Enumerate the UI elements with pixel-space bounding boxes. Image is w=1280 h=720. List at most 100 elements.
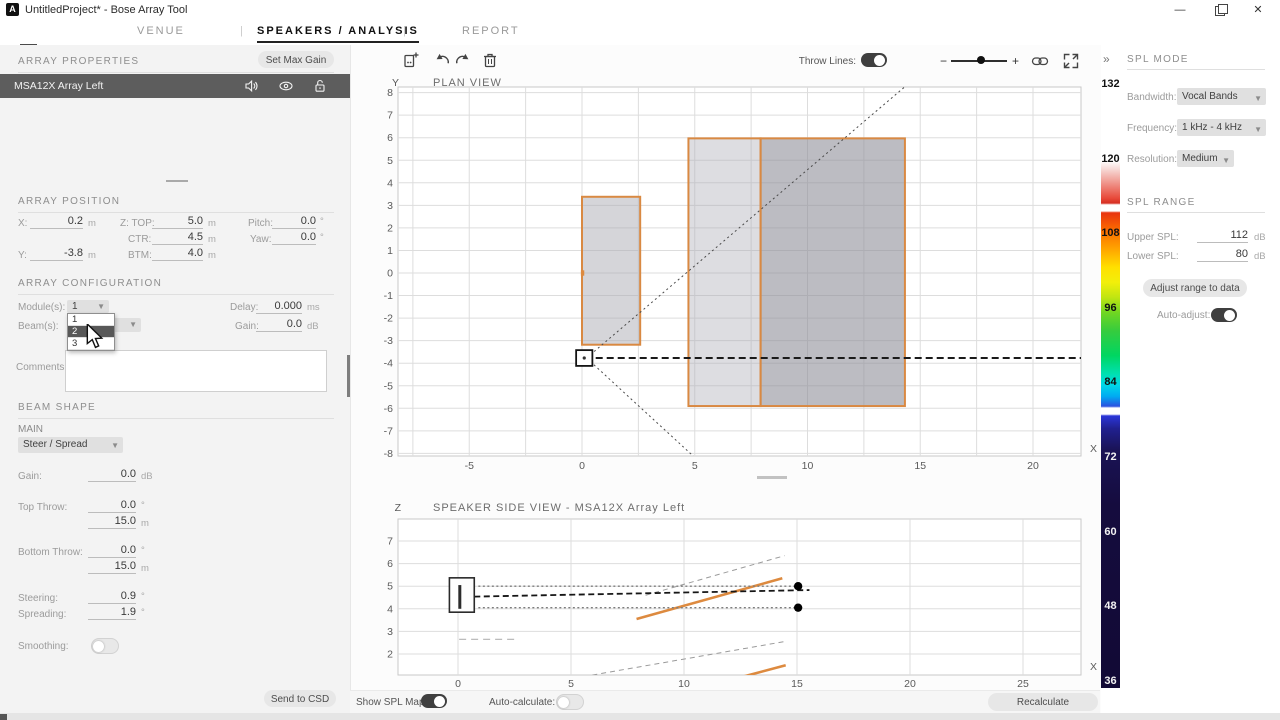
x-tick-label: 20	[904, 678, 916, 688]
modules-combobox[interactable]: 1 ▼	[67, 300, 109, 313]
auto-calculate-toggle[interactable]	[556, 694, 584, 710]
spreading-unit: °	[141, 607, 145, 618]
show-spl-map-toggle[interactable]	[421, 694, 447, 708]
config-gain-field[interactable]: 0.0	[256, 318, 302, 332]
x-tick-label: 15	[791, 678, 803, 688]
y-tick-label: -3	[384, 335, 393, 347]
btm-field[interactable]: 4.0	[152, 247, 203, 261]
tab-report[interactable]: REPORT	[462, 25, 520, 37]
top-throw-angle-field[interactable]: 0.0	[88, 499, 136, 513]
recalculate-button[interactable]: Recalculate	[988, 693, 1098, 711]
minimize-button[interactable]: —	[1165, 2, 1195, 18]
x-tick-label: -5	[465, 460, 474, 472]
zoom-in-button[interactable]: +	[1012, 54, 1019, 68]
show-spl-map-label: Show SPL Map:	[356, 697, 428, 708]
top-throw-dist-field[interactable]: 15.0	[88, 515, 136, 529]
array-list-item[interactable]: MSA12X Array Left	[0, 74, 350, 98]
x-unit: m	[88, 218, 96, 229]
spl-color-scale: 132 120 108 96 84 72 60 48 36	[1101, 78, 1120, 688]
expand-icon[interactable]	[1062, 52, 1080, 70]
y-tick-label: 4	[387, 603, 393, 615]
chevron-down-icon: ▼	[1222, 156, 1230, 165]
y-tick-label: 7	[387, 110, 393, 122]
eye-icon[interactable]	[278, 78, 294, 94]
y-tick-label: 5	[387, 581, 393, 593]
ztop-unit: m	[208, 218, 216, 229]
tab-speakers-analysis[interactable]: SPEAKERS / ANALYSIS	[257, 25, 419, 43]
beam-mode-combobox[interactable]: Steer / Spread ▼	[18, 437, 123, 453]
array-marker-dot	[582, 356, 586, 360]
duplicate-array-icon[interactable]	[402, 51, 420, 69]
volume-icon[interactable]	[244, 78, 260, 94]
y-tick-label: 3	[387, 200, 393, 212]
trash-icon[interactable]	[481, 51, 499, 69]
colorbar-label: 60	[1104, 525, 1117, 538]
resolution-value: Medium	[1182, 153, 1218, 164]
y-field[interactable]: -3.8	[30, 247, 83, 261]
bottom-throw-angle-field[interactable]: 0.0	[88, 544, 136, 558]
colorbar-label: 96	[1104, 301, 1117, 314]
lower-spl-field[interactable]: 80	[1197, 248, 1248, 262]
yaw-unit: °	[320, 232, 324, 243]
tab-venue[interactable]: VENUE	[137, 25, 185, 37]
colorbar-label: 84	[1104, 376, 1117, 389]
bottom-throw-dist-field[interactable]: 15.0	[88, 560, 136, 574]
lock-icon[interactable]	[312, 78, 328, 94]
zoom-out-button[interactable]: −	[940, 54, 947, 68]
x-tick-label: 20	[1027, 460, 1039, 472]
delay-field[interactable]: 0.000	[256, 300, 302, 314]
ztop-label: Z: TOP:	[120, 218, 155, 229]
pitch-field[interactable]: 0.0	[272, 215, 316, 229]
steering-field[interactable]: 0.9	[88, 590, 136, 604]
link-icon[interactable]	[1031, 52, 1049, 70]
x-axis-label: X	[1090, 443, 1097, 455]
y-tick-label: 7	[387, 536, 393, 548]
delay-label: Delay:	[230, 302, 259, 313]
y-tick-label: -1	[384, 290, 393, 302]
zoom-slider-knob[interactable]	[977, 56, 985, 64]
array-position-title: ARRAY POSITION	[18, 196, 121, 207]
spl-range-title: SPL RANGE	[1127, 197, 1196, 208]
resolution-combobox[interactable]: Medium ▼	[1177, 150, 1234, 167]
comments-input[interactable]	[65, 350, 327, 392]
throw-lines-label: Throw Lines:	[798, 56, 856, 67]
array-properties-title: ARRAY PROPERTIES	[18, 56, 140, 67]
top-throw-label: Top Throw:	[18, 502, 68, 513]
bottom-throw-endpoint	[793, 603, 803, 612]
y-tick-label: -8	[384, 448, 393, 460]
auto-adjust-toggle[interactable]	[1211, 308, 1237, 322]
panel-drag-handle[interactable]	[166, 180, 188, 182]
y-axis-label: Y	[392, 77, 399, 89]
restore-button[interactable]	[1204, 2, 1234, 18]
status-strip	[0, 713, 1280, 720]
yaw-field[interactable]: 0.0	[272, 231, 316, 245]
set-max-gain-button[interactable]: Set Max Gain	[258, 51, 334, 68]
upper-spl-field[interactable]: 112	[1197, 229, 1248, 243]
x-tick-label: 10	[802, 460, 814, 472]
frequency-value: 1 kHz - 4 kHz	[1182, 122, 1243, 133]
beam-gain-field[interactable]: 0.0	[88, 468, 136, 482]
bandwidth-combobox[interactable]: Vocal Bands ▼	[1177, 88, 1266, 105]
ctr-field[interactable]: 4.5	[152, 231, 203, 245]
undo-icon[interactable]	[434, 51, 452, 69]
frequency-combobox[interactable]: 1 kHz - 4 kHz ▼	[1177, 119, 1266, 136]
coverage-near	[581, 195, 642, 346]
pitch-unit: °	[320, 216, 324, 227]
y-tick-label: 0	[387, 268, 393, 280]
y-tick-label: -6	[384, 403, 393, 415]
collapse-panel-icon[interactable]: »	[1103, 52, 1110, 66]
y-tick-label: 5	[387, 155, 393, 167]
redo-icon[interactable]	[453, 51, 471, 69]
smoothing-toggle[interactable]	[91, 638, 119, 654]
y-tick-label: -4	[384, 358, 393, 370]
ztop-field[interactable]: 5.0	[152, 215, 203, 229]
x-tick-label: 5	[568, 678, 574, 688]
adjust-range-button[interactable]: Adjust range to data	[1143, 279, 1247, 297]
spreading-field[interactable]: 1.9	[88, 606, 136, 620]
send-to-csd-button[interactable]: Send to CSD	[264, 690, 336, 707]
x-field[interactable]: 0.2	[30, 215, 83, 229]
throw-lines-toggle[interactable]	[861, 53, 887, 67]
colorbar-label: 48	[1104, 600, 1117, 613]
close-button[interactable]: ✕	[1243, 2, 1273, 18]
view-split-handle[interactable]	[757, 476, 787, 479]
